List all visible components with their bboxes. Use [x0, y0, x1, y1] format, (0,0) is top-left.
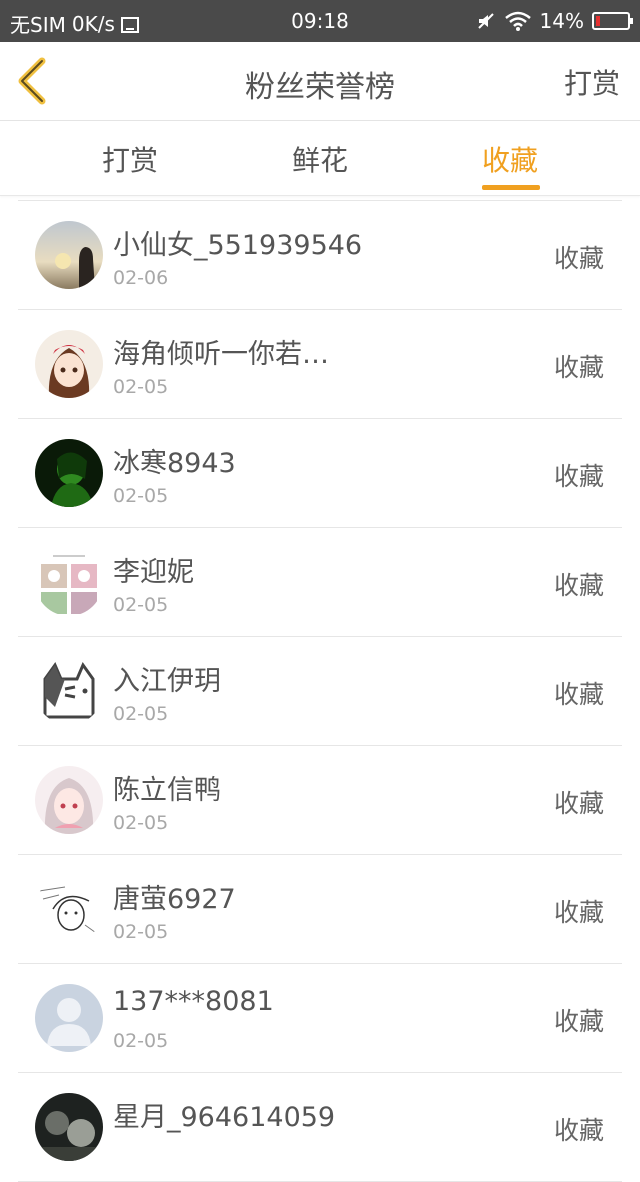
user-name: 陈立信鸭 — [113, 775, 221, 806]
tab-bar: 打赏 鲜花 收藏 — [0, 121, 640, 196]
action-label: 收藏 — [553, 789, 604, 818]
date: 02-05 — [113, 594, 169, 616]
avatar — [35, 439, 103, 507]
list-item[interactable]: 陈立信鸭 02-05 收藏 — [18, 746, 622, 855]
action-label: 收藏 — [553, 462, 604, 491]
mute-icon — [477, 13, 494, 29]
list-item[interactable]: 李迎妮 02-05 收藏 — [18, 528, 622, 637]
avatar — [35, 1093, 103, 1161]
wifi-icon — [504, 11, 531, 31]
action-label: 收藏 — [553, 1116, 604, 1145]
status-right: 14% — [476, 9, 633, 33]
avatar — [35, 875, 103, 943]
list-item[interactable]: 入江伊玥 02-05 收藏 — [18, 637, 622, 746]
carrier-text: 无SIM — [10, 13, 66, 37]
date: 02-05 — [113, 376, 169, 398]
avatar — [35, 330, 103, 398]
battery-icon — [592, 12, 633, 30]
page-title: 粉丝荣誉榜 — [245, 70, 395, 105]
list-item[interactable]: 137***8081 02-05 收藏 — [18, 964, 622, 1073]
user-name: 李迎妮 — [113, 557, 194, 588]
avatar — [35, 984, 103, 1052]
user-name: 冰寒8943 — [113, 448, 236, 479]
date: 02-05 — [113, 485, 169, 507]
avatar — [35, 548, 103, 616]
user-name: 唐萤6927 — [113, 884, 236, 915]
action-label: 收藏 — [553, 571, 604, 600]
chevron-left-icon — [18, 57, 46, 105]
action-label: 收藏 — [553, 353, 604, 382]
battery-fill — [596, 16, 600, 26]
list-item[interactable]: 海角倾听一你若… 02-05 收藏 — [18, 310, 622, 419]
active-tab-indicator — [482, 185, 540, 190]
list-item[interactable]: 冰寒8943 02-05 收藏 — [18, 419, 622, 528]
date: 02-05 — [113, 1030, 169, 1052]
avatar — [35, 221, 103, 289]
screenshot-icon — [120, 16, 139, 33]
list-item[interactable]: 唐萤6927 02-05 收藏 — [18, 855, 622, 964]
date: 02-05 — [113, 703, 169, 725]
back-button[interactable] — [14, 56, 54, 106]
network-speed: 0K/s — [71, 11, 115, 36]
user-name: 137***8081 — [113, 986, 274, 1017]
list-item[interactable]: 小仙女_551939546 02-06 收藏 — [18, 200, 622, 310]
fan-list: 小仙女_551939546 02-06 收藏 海角倾听一你若… 02-05 收藏 — [18, 200, 622, 1182]
user-name: 海角倾听一你若… — [113, 339, 329, 370]
header: 粉丝荣誉榜 打赏 — [0, 42, 640, 121]
date: 02-05 — [113, 921, 169, 943]
date: 02-05 — [113, 812, 169, 834]
action-label: 收藏 — [553, 244, 604, 273]
action-label: 收藏 — [553, 1007, 604, 1036]
tab-flowers[interactable]: 鲜花 — [260, 139, 380, 179]
action-label: 收藏 — [553, 680, 604, 709]
avatar — [35, 657, 103, 725]
status-bar: 无SIM 0K/s 09:18 14% — [0, 0, 640, 42]
avatar — [35, 766, 103, 834]
list-item[interactable]: 星月_964614059 收藏 — [18, 1073, 622, 1182]
action-label: 收藏 — [553, 898, 604, 927]
user-name: 入江伊玥 — [113, 666, 221, 697]
user-name: 小仙女_551939546 — [113, 230, 363, 261]
status-left: 无SIM 0K/s — [10, 9, 139, 38]
battery-percent: 14% — [539, 9, 584, 33]
reward-button[interactable]: 打赏 — [564, 62, 620, 102]
tab-reward[interactable]: 打赏 — [70, 139, 190, 179]
user-name: 星月_964614059 — [113, 1102, 336, 1133]
date: 02-06 — [113, 267, 169, 289]
tab-favorites[interactable]: 收藏 — [450, 139, 570, 179]
